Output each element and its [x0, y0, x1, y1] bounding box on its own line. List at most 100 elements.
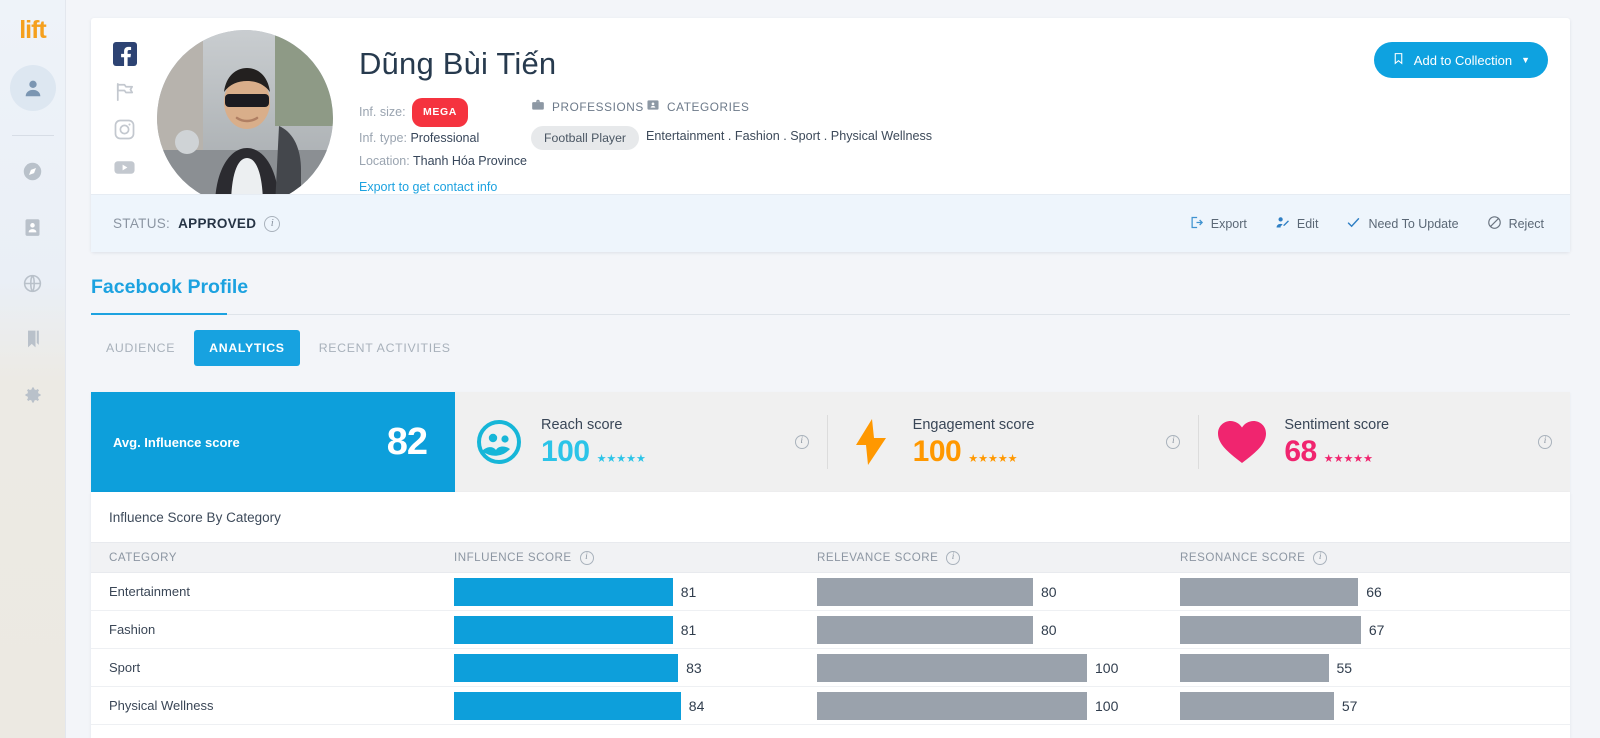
reject-button[interactable]: Reject — [1487, 215, 1544, 233]
edit-label: Edit — [1296, 216, 1319, 231]
engagement-score-value: 100 — [912, 435, 962, 468]
tab-analytics[interactable]: ANALYTICS — [194, 330, 300, 366]
categories-header: CATEGORIES — [646, 98, 932, 115]
category-icon — [646, 98, 660, 115]
status-label: STATUS: — [113, 216, 171, 231]
profile-meta: Inf. size: MEGA Inf. type: Professional … — [359, 98, 527, 173]
reject-label: Reject — [1508, 216, 1544, 231]
social-network-switcher — [113, 42, 137, 180]
sidebar-item-discover[interactable] — [10, 148, 56, 194]
profession-chip: Football Player — [531, 126, 640, 150]
column-header-relevance-score-text: RELEVANCE SCORE — [817, 551, 939, 564]
cell-category: Entertainment — [109, 584, 190, 599]
sidebar-item-profile[interactable] — [9, 65, 56, 111]
column-header-influence-score-text: INFLUENCE SCORE — [454, 551, 572, 564]
info-icon[interactable]: i — [1313, 550, 1328, 565]
sidebar-item-contacts[interactable] — [10, 204, 56, 250]
avatar — [157, 30, 333, 206]
tab-recent-activities[interactable]: RECENT ACTIVITIES — [304, 330, 466, 366]
edit-button[interactable]: Edit — [1275, 215, 1319, 233]
check-icon — [1346, 215, 1361, 233]
table-header-row: CATEGORY INFLUENCE SCORE i RELEVANCE SCO… — [91, 542, 1570, 573]
engagement-score-stars: ★★★★★ — [968, 453, 1018, 465]
score-strip: Avg. Influence score 82 Reach score 100 … — [91, 392, 1570, 492]
engagement-score-title: Engagement score — [912, 417, 1035, 433]
reject-icon — [1487, 215, 1502, 233]
export-label: Export — [1210, 216, 1247, 231]
cell-resonance-score: 57 — [1180, 691, 1570, 720]
professions-header-text: PROFESSIONS — [552, 99, 644, 114]
info-icon[interactable]: i — [794, 435, 809, 449]
facebook-icon[interactable] — [113, 42, 137, 66]
app-logo[interactable]: lift — [19, 18, 47, 43]
column-header-influence-score: INFLUENCE SCORE i — [454, 550, 817, 565]
cell-relevance-score: 80 — [817, 577, 1180, 606]
cell-category: Sport — [109, 660, 141, 675]
info-icon[interactable]: i — [1538, 435, 1553, 449]
column-header-category-text: CATEGORY — [109, 551, 177, 564]
table-row: Sport 83 100 55 — [91, 649, 1570, 687]
location-value: Thanh Hóa Province — [412, 154, 527, 168]
influence-bar — [454, 691, 681, 720]
export-button[interactable]: Export — [1189, 215, 1247, 233]
sentiment-score-title: Sentiment score — [1284, 417, 1390, 433]
globe-icon — [22, 273, 43, 294]
avg-influence-score-label: Avg. Influence score — [113, 434, 240, 450]
status-value: APPROVED — [178, 216, 257, 231]
section-title: Facebook Profile — [91, 276, 249, 298]
heart-icon — [1214, 418, 1270, 466]
sidebar-item-collections[interactable] — [10, 316, 56, 362]
sidebar-item-global[interactable] — [10, 260, 56, 306]
section-rule — [91, 314, 1570, 315]
export-icon — [1189, 215, 1204, 233]
cell-resonance-score: 67 — [1180, 615, 1570, 644]
export-contact-link[interactable]: Export to get contact info — [359, 180, 497, 194]
influence-value: 84 — [688, 697, 705, 714]
categories-list: Entertainment . Fashion . Sport . Physic… — [646, 129, 933, 143]
sidebar-item-settings[interactable] — [10, 372, 56, 418]
left-sidebar: lift — [0, 0, 66, 738]
cell-resonance-score: 55 — [1180, 653, 1570, 682]
resonance-value: 66 — [1366, 583, 1382, 600]
bookmark-icon — [1392, 51, 1405, 69]
info-icon[interactable]: i — [946, 550, 961, 565]
influence-bar — [454, 615, 673, 644]
instagram-icon[interactable] — [113, 118, 137, 142]
status-badge: STATUS: APPROVED i — [113, 215, 281, 232]
table-row: Fashion 81 80 67 — [91, 611, 1570, 649]
table-row: Physical Wellness 84 100 57 — [91, 687, 1570, 725]
relevance-bar — [817, 615, 1033, 644]
avg-influence-score-card: Avg. Influence score 82 — [91, 392, 455, 492]
inf-size-badge: MEGA — [412, 98, 468, 127]
audience-icon — [471, 418, 527, 466]
info-icon[interactable]: i — [264, 215, 281, 232]
youtube-icon[interactable] — [113, 156, 137, 180]
inf-type-label: Inf. type: — [359, 131, 407, 145]
categories-block: CATEGORIES Entertainment . Fashion . Spo… — [646, 98, 933, 144]
resonance-bar — [1180, 653, 1329, 682]
column-header-relevance-score: RELEVANCE SCORE i — [817, 550, 1180, 565]
compass-icon — [22, 161, 43, 182]
info-icon[interactable]: i — [579, 550, 594, 565]
need-to-update-button[interactable]: Need To Update — [1346, 215, 1459, 233]
cell-influence-score: 81 — [454, 615, 817, 644]
bookmark-icon — [23, 329, 43, 349]
section-underline — [91, 313, 227, 315]
resonance-value: 67 — [1368, 621, 1385, 638]
inf-size-label: Inf. size: — [359, 104, 406, 119]
cell-influence-score: 83 — [454, 653, 817, 682]
gear-icon — [23, 385, 43, 405]
add-to-collection-button[interactable]: Add to Collection ▼ — [1373, 42, 1548, 78]
influence-value: 81 — [680, 583, 697, 600]
engagement-score-card: Engagement score 100 ★★★★★ i — [826, 392, 1199, 492]
tab-audience[interactable]: AUDIENCE — [91, 330, 190, 366]
table-body: Entertainment 81 80 66 Fashion 81 80 67 Sport 83 1… — [91, 573, 1570, 725]
location-label: Location: — [359, 154, 410, 168]
relevance-bar — [817, 653, 1087, 682]
inf-type-row: Inf. type: Professional — [359, 127, 527, 150]
cell-category: Physical Wellness — [109, 698, 214, 713]
flag-icon[interactable] — [113, 80, 137, 104]
info-icon[interactable]: i — [1166, 435, 1181, 449]
relevance-value: 100 — [1095, 697, 1119, 714]
page-title: Dũng Bùi Tiến — [359, 46, 557, 81]
